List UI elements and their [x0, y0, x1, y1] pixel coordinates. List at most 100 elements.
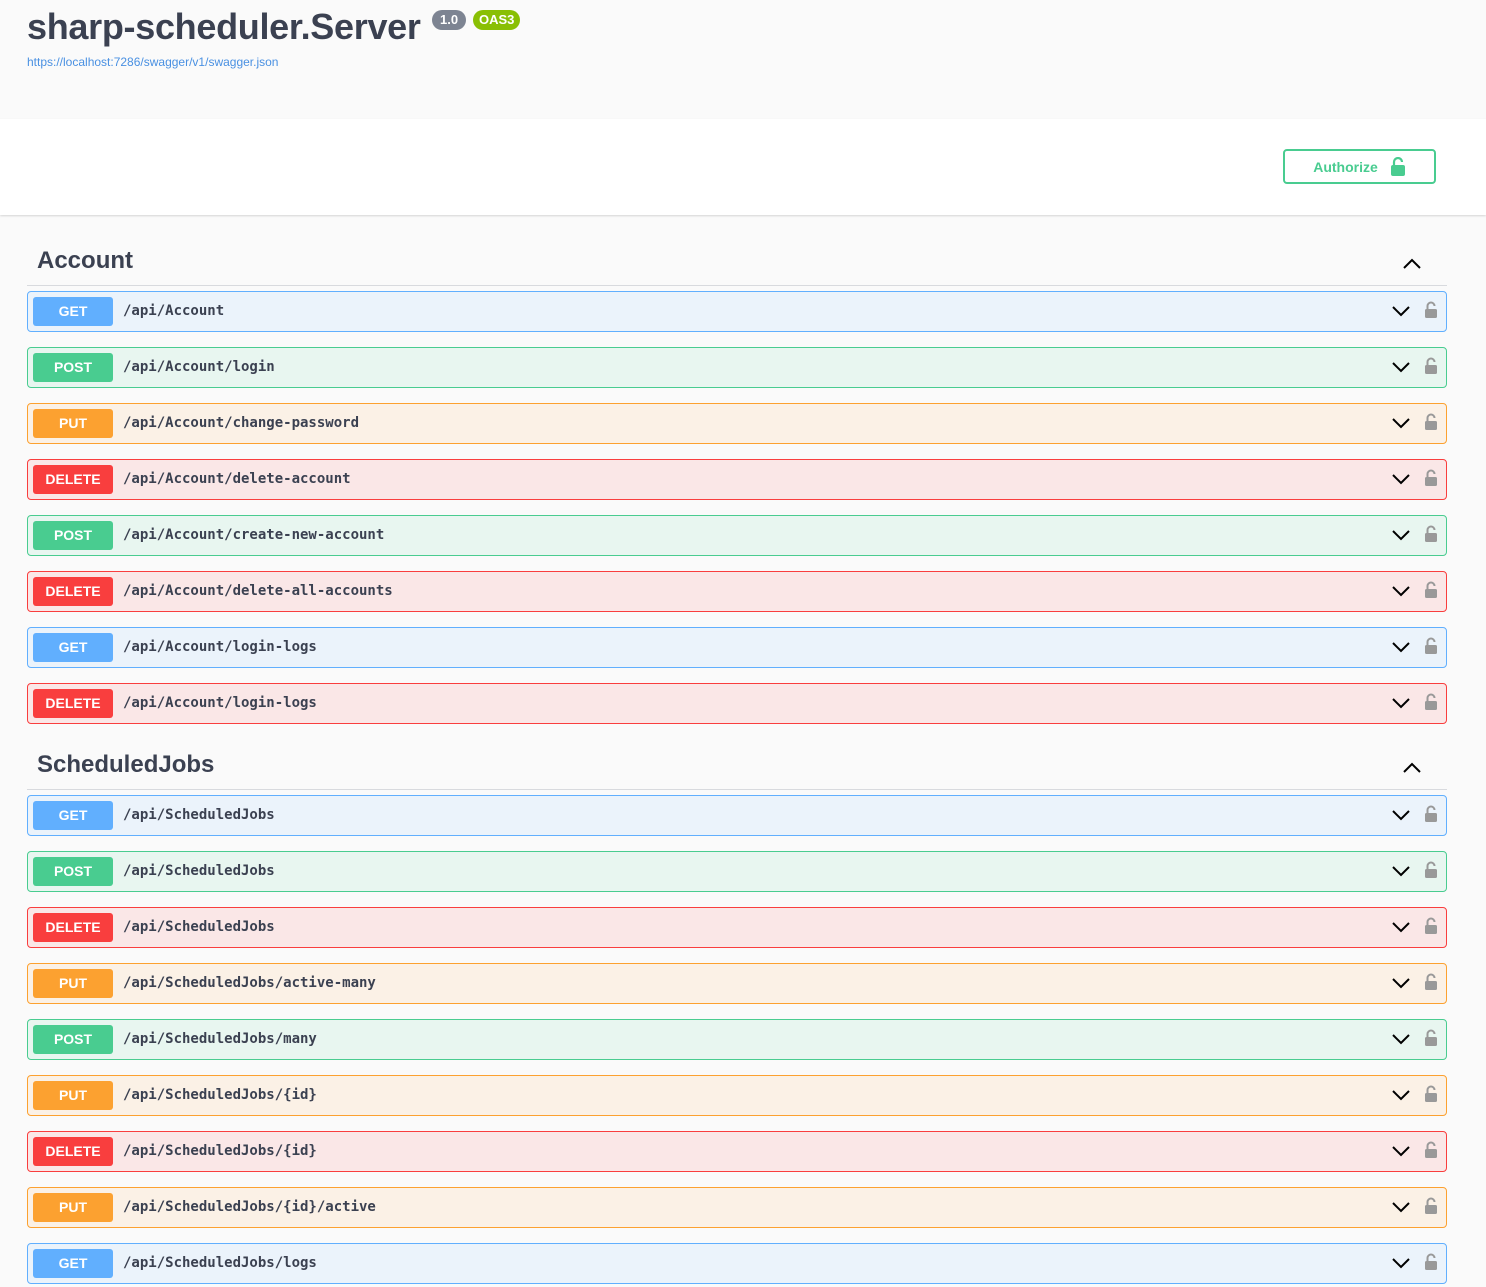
- operation-row[interactable]: PUT/api/Account/change-password: [27, 403, 1447, 444]
- operation-row[interactable]: POST/api/ScheduledJobs/many: [27, 1019, 1447, 1060]
- method-badge: DELETE: [33, 465, 113, 494]
- lock-icon[interactable]: [1423, 1197, 1439, 1215]
- unlock-icon: [1390, 156, 1405, 176]
- chevron-down-icon[interactable]: [1392, 697, 1410, 709]
- chevron-down-icon[interactable]: [1392, 641, 1410, 653]
- operation-path: /api/Account/create-new-account: [123, 527, 385, 543]
- tag-title: Account: [37, 247, 133, 274]
- api-title: sharp-scheduler.Server: [27, 6, 421, 47]
- method-badge: PUT: [33, 969, 113, 998]
- lock-icon[interactable]: [1423, 357, 1439, 375]
- method-badge: DELETE: [33, 577, 113, 606]
- method-badge: POST: [33, 1025, 113, 1054]
- operation-row[interactable]: POST/api/Account/create-new-account: [27, 515, 1447, 556]
- operation-path: /api/ScheduledJobs: [123, 863, 275, 879]
- lock-icon[interactable]: [1423, 805, 1439, 823]
- operation-row[interactable]: GET/api/Account/login-logs: [27, 627, 1447, 668]
- authorize-label: Authorize: [1313, 158, 1378, 175]
- operation-row[interactable]: DELETE/api/ScheduledJobs/{id}: [27, 1131, 1447, 1172]
- lock-icon[interactable]: [1423, 693, 1439, 711]
- operation-row[interactable]: DELETE/api/Account/login-logs: [27, 683, 1447, 724]
- operation-path: /api/ScheduledJobs/logs: [123, 1255, 317, 1271]
- lock-icon[interactable]: [1423, 413, 1439, 431]
- operation-path: /api/ScheduledJobs/active-many: [123, 975, 376, 991]
- method-badge: POST: [33, 353, 113, 382]
- operation-row[interactable]: PUT/api/ScheduledJobs/active-many: [27, 963, 1447, 1004]
- operation-path: /api/Account/login-logs: [123, 639, 317, 655]
- operation-path: /api/ScheduledJobs/{id}: [123, 1143, 317, 1159]
- chevron-up-icon[interactable]: [1402, 761, 1422, 775]
- method-badge: POST: [33, 521, 113, 550]
- lock-icon[interactable]: [1423, 637, 1439, 655]
- operation-row[interactable]: GET/api/ScheduledJobs/logs: [27, 1243, 1447, 1284]
- chevron-down-icon[interactable]: [1392, 417, 1410, 429]
- tag-section-account[interactable]: Account: [27, 245, 1447, 286]
- chevron-down-icon[interactable]: [1392, 1201, 1410, 1213]
- lock-icon[interactable]: [1423, 1085, 1439, 1103]
- chevron-down-icon[interactable]: [1392, 361, 1410, 373]
- lock-icon[interactable]: [1423, 525, 1439, 543]
- method-badge: GET: [33, 801, 113, 830]
- operation-path: /api/ScheduledJobs/{id}/active: [123, 1199, 376, 1215]
- scheme-container: [0, 119, 1486, 215]
- chevron-down-icon[interactable]: [1392, 585, 1410, 597]
- operation-row[interactable]: POST/api/Account/login: [27, 347, 1447, 388]
- operation-path: /api/Account/delete-account: [123, 471, 351, 487]
- chevron-down-icon[interactable]: [1392, 1033, 1410, 1045]
- chevron-down-icon[interactable]: [1392, 977, 1410, 989]
- operation-path: /api/Account/delete-all-accounts: [123, 583, 393, 599]
- chevron-down-icon[interactable]: [1392, 305, 1410, 317]
- operation-path: /api/ScheduledJobs/many: [123, 1031, 317, 1047]
- tag-title: ScheduledJobs: [37, 751, 215, 778]
- chevron-down-icon[interactable]: [1392, 473, 1410, 485]
- lock-icon[interactable]: [1423, 973, 1439, 991]
- lock-icon[interactable]: [1423, 469, 1439, 487]
- chevron-down-icon[interactable]: [1392, 865, 1410, 877]
- operation-path: /api/ScheduledJobs/{id}: [123, 1087, 317, 1103]
- operation-path: /api/Account/login: [123, 359, 275, 375]
- operation-row[interactable]: PUT/api/ScheduledJobs/{id}: [27, 1075, 1447, 1116]
- lock-icon[interactable]: [1423, 1141, 1439, 1159]
- method-badge: DELETE: [33, 1137, 113, 1166]
- lock-icon[interactable]: [1423, 861, 1439, 879]
- chevron-down-icon[interactable]: [1392, 529, 1410, 541]
- operation-row[interactable]: GET/api/Account: [27, 291, 1447, 332]
- operation-row[interactable]: DELETE/api/ScheduledJobs: [27, 907, 1447, 948]
- lock-icon[interactable]: [1423, 301, 1439, 319]
- authorize-button[interactable]: Authorize: [1283, 149, 1436, 184]
- spec-url-link[interactable]: https://localhost:7286/swagger/v1/swagge…: [27, 55, 278, 69]
- method-badge: GET: [33, 1249, 113, 1278]
- operation-path: /api/Account/login-logs: [123, 695, 317, 711]
- operation-row[interactable]: PUT/api/ScheduledJobs/{id}/active: [27, 1187, 1447, 1228]
- lock-icon[interactable]: [1423, 581, 1439, 599]
- chevron-down-icon[interactable]: [1392, 809, 1410, 821]
- chevron-down-icon[interactable]: [1392, 1145, 1410, 1157]
- method-badge: DELETE: [33, 689, 113, 718]
- operation-path: /api/ScheduledJobs: [123, 919, 275, 935]
- operation-row[interactable]: DELETE/api/Account/delete-account: [27, 459, 1447, 500]
- chevron-up-icon[interactable]: [1402, 257, 1422, 271]
- chevron-down-icon[interactable]: [1392, 1089, 1410, 1101]
- method-badge: DELETE: [33, 913, 113, 942]
- method-badge: PUT: [33, 409, 113, 438]
- lock-icon[interactable]: [1423, 1029, 1439, 1047]
- lock-icon[interactable]: [1423, 917, 1439, 935]
- version-badge: 1.0: [432, 10, 467, 30]
- oas-badge: OAS3: [473, 10, 521, 30]
- operation-path: /api/ScheduledJobs: [123, 807, 275, 823]
- chevron-down-icon[interactable]: [1392, 1257, 1410, 1269]
- method-badge: POST: [33, 857, 113, 886]
- operation-path: /api/Account/change-password: [123, 415, 360, 431]
- chevron-down-icon[interactable]: [1392, 921, 1410, 933]
- method-badge: PUT: [33, 1081, 113, 1110]
- operation-row[interactable]: DELETE/api/Account/delete-all-accounts: [27, 571, 1447, 612]
- lock-icon[interactable]: [1423, 1253, 1439, 1271]
- tag-section-scheduledjobs[interactable]: ScheduledJobs: [27, 749, 1447, 790]
- operation-row[interactable]: GET/api/ScheduledJobs: [27, 795, 1447, 836]
- method-badge: PUT: [33, 1193, 113, 1222]
- operation-path: /api/Account: [123, 303, 225, 319]
- method-badge: GET: [33, 633, 113, 662]
- method-badge: GET: [33, 297, 113, 326]
- api-info-header: sharp-scheduler.Server 1.0 OAS3 https://…: [0, 0, 1486, 119]
- operation-row[interactable]: POST/api/ScheduledJobs: [27, 851, 1447, 892]
